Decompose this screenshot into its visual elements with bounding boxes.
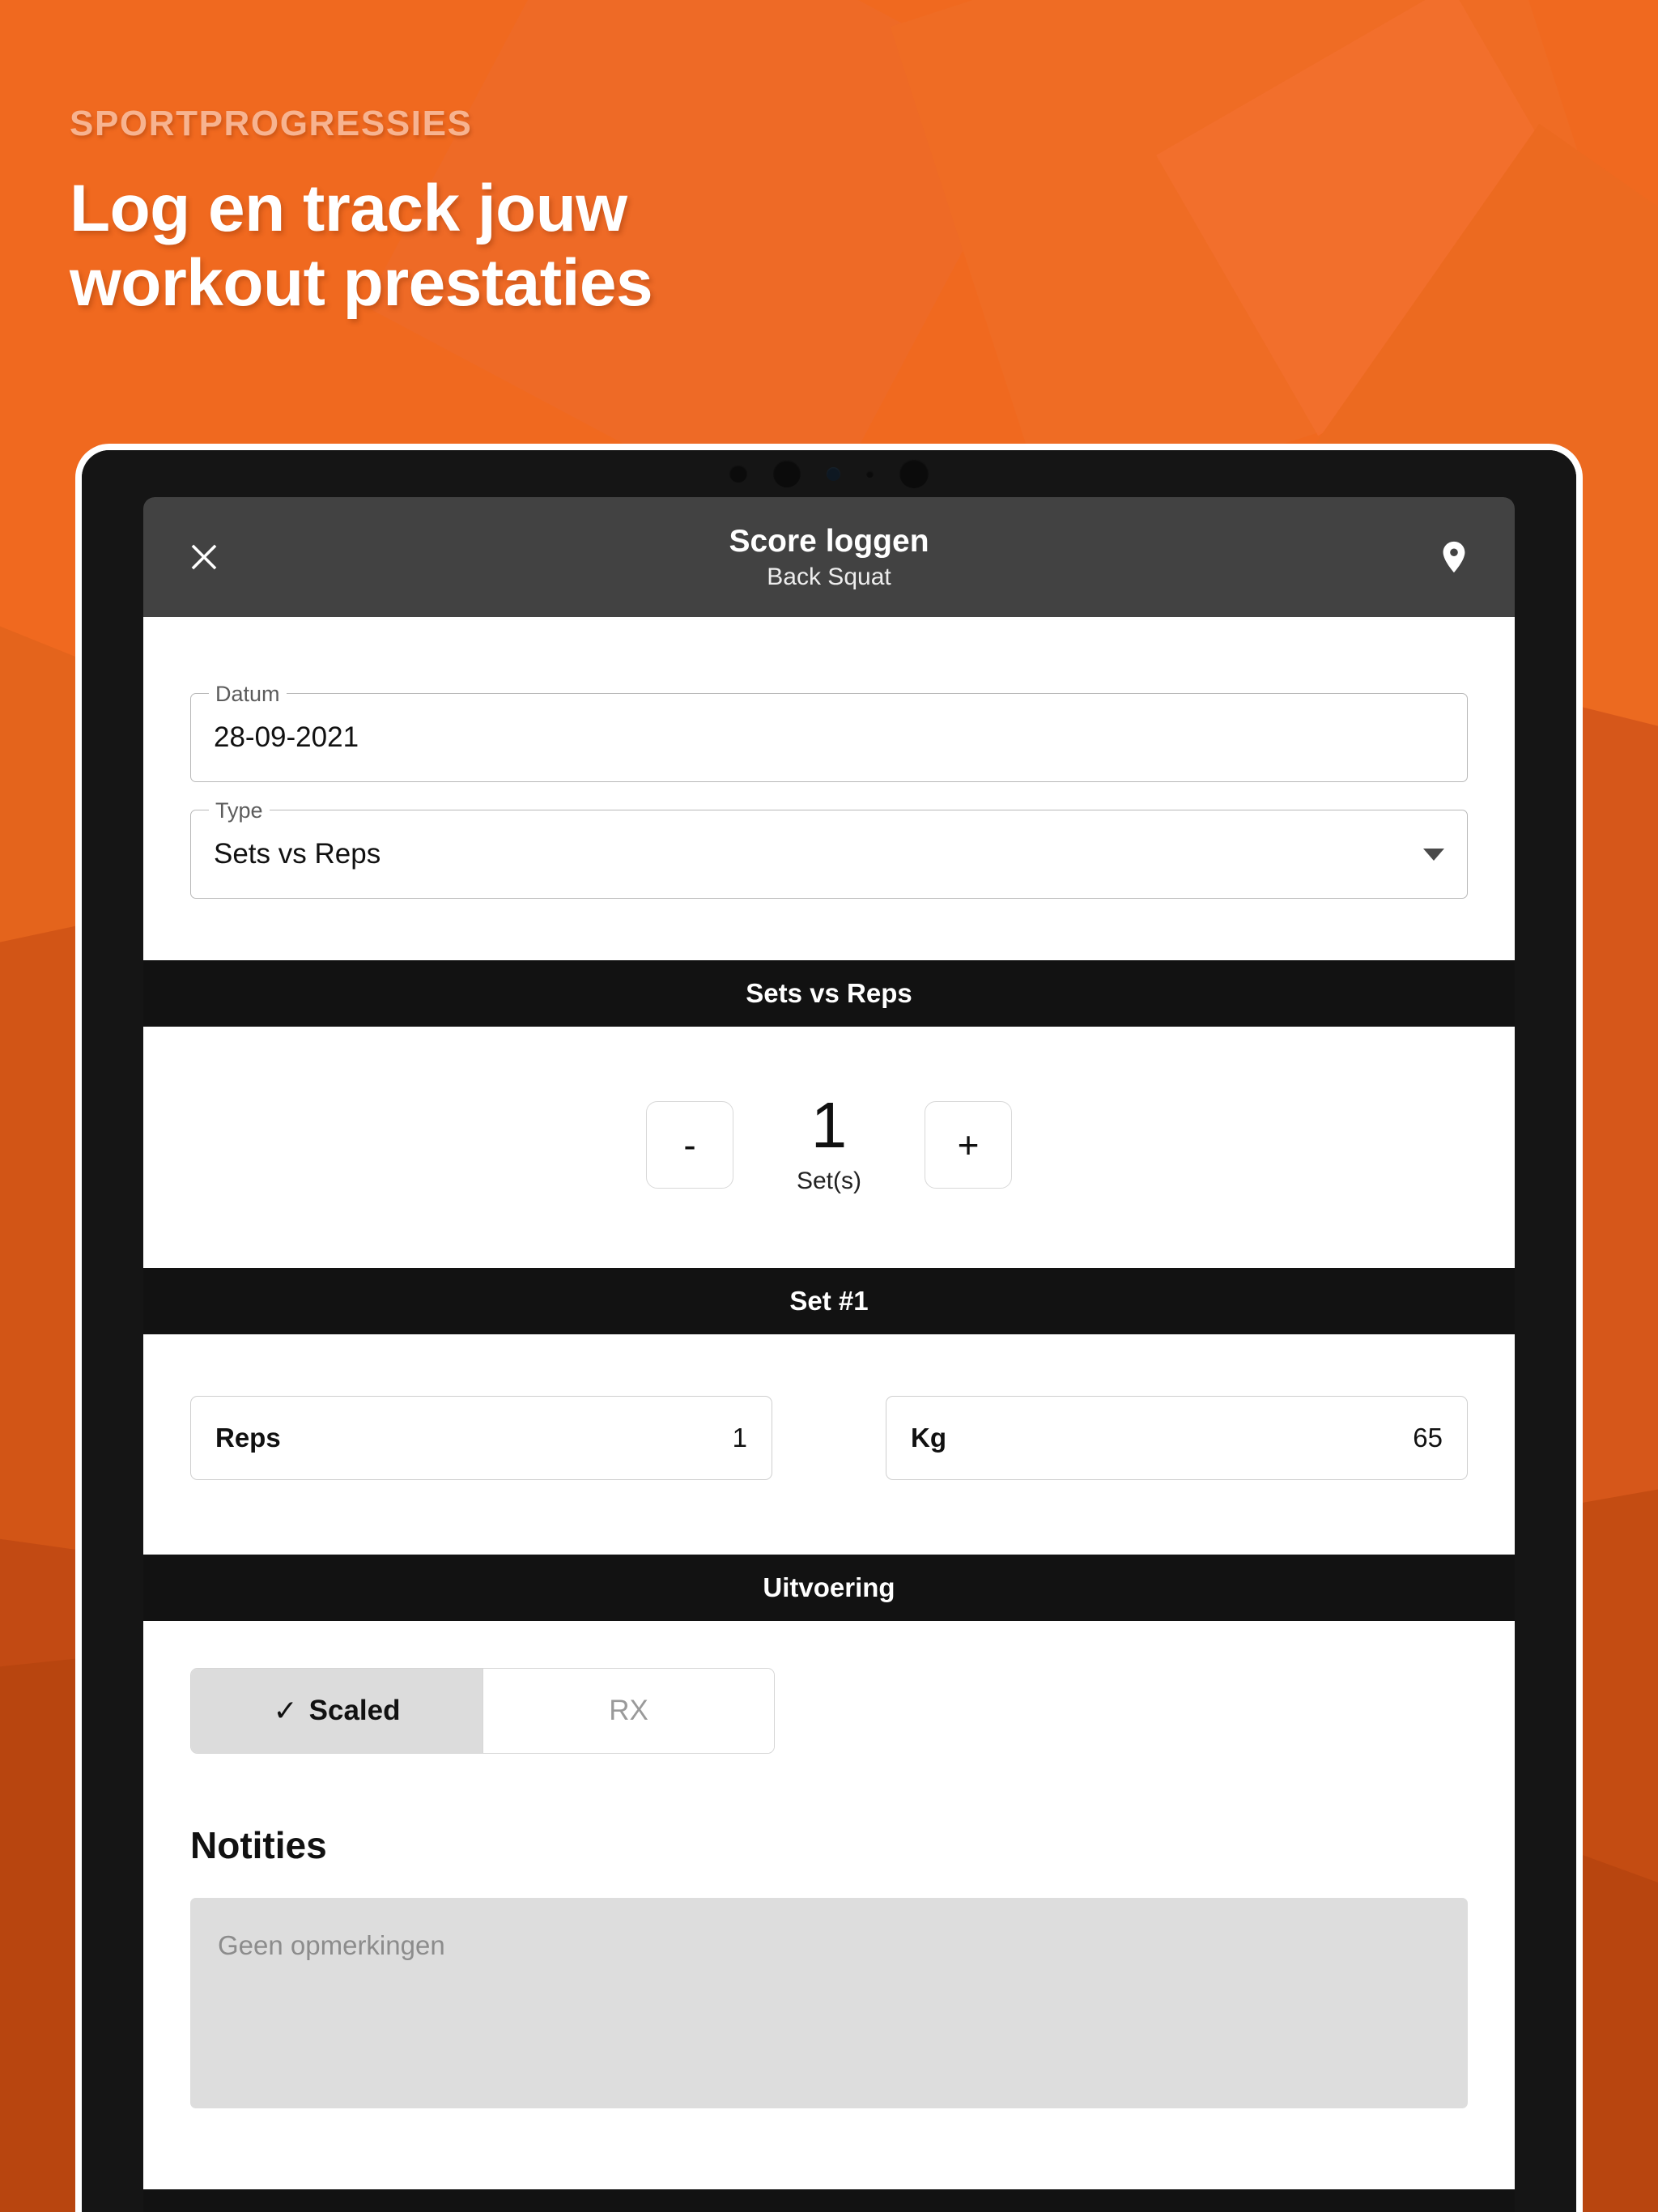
device-screen: Score loggen Back Squat Datum 28-09-2021… [143,497,1515,2212]
segment-rx[interactable]: RX [483,1669,774,1753]
sensor-dot-icon [827,466,840,481]
set-fields-row: Reps 1 Kg 65 [143,1334,1515,1555]
hero-headline-line2: workout prestaties [70,245,653,320]
tablet-device-frame: Score loggen Back Squat Datum 28-09-2021… [75,444,1583,2212]
section-header-set-1: Set #1 [143,1268,1515,1334]
type-select-value: Sets vs Reps [214,838,381,870]
device-bezel-top [82,450,1576,497]
notes-textarea[interactable]: Geen opmerkingen [190,1898,1468,2108]
date-field-value: 28-09-2021 [214,721,359,753]
segment-scaled[interactable]: ✓ Scaled [191,1669,483,1753]
hero-copy: SPORTPROGRESSIES Log en track jouw worko… [70,104,1122,321]
kg-field-label: Kg [911,1423,946,1453]
app-bar-titles: Score loggen Back Squat [143,523,1515,592]
card-bottom-spacer [143,2108,1515,2189]
kg-field-value: 65 [1413,1423,1443,1453]
check-icon: ✓ [273,1694,298,1727]
hero-eyebrow: SPORTPROGRESSIES [70,104,473,143]
front-camera-icon [899,459,929,488]
map-pin-icon[interactable] [1427,530,1481,584]
section-header-uitvoering: Uitvoering [143,1555,1515,1621]
kg-field[interactable]: Kg 65 [886,1396,1468,1480]
type-select[interactable]: Type Sets vs Reps [190,798,1468,899]
hero-headline-line1: Log en track jouw [70,172,627,245]
set-detail-card: Reps 1 Kg 65 [143,1334,1515,1555]
sets-readout: 1 Set(s) [780,1089,878,1195]
sensor-dot-icon [866,470,874,478]
date-field[interactable]: Datum 28-09-2021 [190,682,1468,782]
sets-stepper-card: - 1 Set(s) + [143,1027,1515,1268]
app-bar: Score loggen Back Squat [143,497,1515,617]
decrement-sets-button[interactable]: - [646,1101,733,1189]
reps-field-label: Reps [215,1423,281,1453]
segment-scaled-label: Scaled [308,1695,401,1726]
chevron-down-icon [1423,848,1444,861]
uitvoering-card: ✓ Scaled RX Notities Geen opmerkingen [143,1621,1515,2189]
front-camera-icon [773,460,801,487]
page-subtitle: Back Squat [767,564,891,591]
reps-field-value: 1 [732,1423,747,1453]
sets-count-value: 1 [810,1089,848,1161]
uitvoering-body: ✓ Scaled RX Notities Geen opmerkingen [143,1621,1515,2108]
section-header-sets-vs-reps: Sets vs Reps [143,960,1515,1027]
notes-title: Notities [190,1824,327,1866]
sets-stepper: - 1 Set(s) + [143,1027,1515,1268]
page-title: Score loggen [729,523,929,559]
sensor-dot-icon [729,465,747,483]
reps-field[interactable]: Reps 1 [190,1396,772,1480]
date-field-label: Datum [209,682,287,707]
type-select-label: Type [209,798,270,823]
sets-count-label: Set(s) [796,1168,861,1194]
uitvoering-segmented-control: ✓ Scaled RX [190,1668,775,1754]
log-form-panel: Datum 28-09-2021 Type Sets vs Reps [143,617,1515,960]
close-icon[interactable] [177,530,231,584]
notes-placeholder: Geen opmerkingen [218,1930,445,1960]
segment-rx-label: RX [609,1695,648,1726]
increment-sets-button[interactable]: + [925,1101,1012,1189]
